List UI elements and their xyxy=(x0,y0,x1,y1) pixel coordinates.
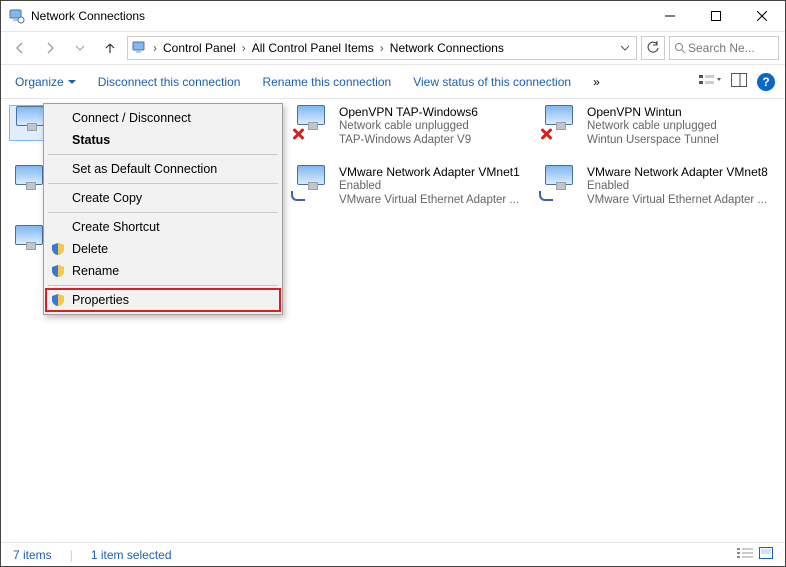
command-bar: Organize Disconnect this connection Rena… xyxy=(1,65,785,99)
organize-menu[interactable]: Organize xyxy=(15,75,76,89)
content-area[interactable]: OpenVPN TAP-Windows6 Network cable unplu… xyxy=(1,99,785,542)
window-title: Network Connections xyxy=(31,9,145,23)
menu-separator xyxy=(48,154,278,155)
maximize-button[interactable] xyxy=(693,1,739,31)
adapter-item[interactable] xyxy=(539,105,579,141)
close-button[interactable] xyxy=(739,1,785,31)
rename-button[interactable]: Rename this connection xyxy=(262,75,391,89)
disconnect-button[interactable]: Disconnect this connection xyxy=(98,75,241,89)
context-menu: Connect / Disconnect Status Set as Defau… xyxy=(43,103,283,315)
selection-count: 1 item selected xyxy=(91,548,172,562)
forward-button[interactable] xyxy=(37,35,63,61)
menu-create-copy[interactable]: Create Copy xyxy=(46,187,280,209)
status-bar: 7 items | 1 item selected xyxy=(1,542,785,566)
cable-icon xyxy=(539,191,553,201)
menu-separator xyxy=(48,212,278,213)
back-button[interactable] xyxy=(7,35,33,61)
adapter-text[interactable]: OpenVPN TAP-Windows6 Network cable unplu… xyxy=(339,105,478,147)
menu-separator xyxy=(48,285,278,286)
chevron-down-icon xyxy=(68,78,76,86)
chevron-down-icon[interactable] xyxy=(620,43,630,53)
item-count: 7 items xyxy=(13,548,52,562)
menu-delete[interactable]: Delete xyxy=(46,238,280,260)
search-placeholder: Search Ne... xyxy=(688,41,755,55)
disconnected-icon xyxy=(539,127,553,141)
breadcrumb-item[interactable]: Control Panel xyxy=(160,41,239,55)
disconnected-icon xyxy=(291,127,305,141)
shield-icon xyxy=(51,264,65,278)
overflow-button[interactable]: » xyxy=(593,75,600,89)
breadcrumb-item[interactable]: All Control Panel Items xyxy=(249,41,377,55)
adapter-text[interactable]: VMware Network Adapter VMnet1 Enabled VM… xyxy=(339,165,520,207)
adapter-text[interactable]: OpenVPN Wintun Network cable unplugged W… xyxy=(587,105,719,147)
cable-icon xyxy=(291,191,305,201)
view-options-button[interactable] xyxy=(699,73,721,90)
breadcrumb-item[interactable]: Network Connections xyxy=(387,41,507,55)
app-icon xyxy=(9,8,25,24)
chevron-right-icon[interactable]: › xyxy=(239,41,249,55)
adapter-item[interactable] xyxy=(539,165,579,201)
menu-separator xyxy=(48,183,278,184)
address-bar: › Control Panel › All Control Panel Item… xyxy=(1,31,785,65)
recent-dropdown[interactable] xyxy=(67,35,93,61)
titlebar: Network Connections xyxy=(1,1,785,31)
menu-connect-disconnect[interactable]: Connect / Disconnect xyxy=(46,107,280,129)
refresh-button[interactable] xyxy=(641,36,665,60)
menu-set-default[interactable]: Set as Default Connection xyxy=(46,158,280,180)
adapter-item[interactable] xyxy=(291,165,331,201)
explorer-window: Network Connections › Control Panel › Al… xyxy=(0,0,786,567)
adapter-text[interactable]: VMware Network Adapter VMnet8 Enabled VM… xyxy=(587,165,768,207)
view-status-button[interactable]: View status of this connection xyxy=(413,75,571,89)
search-icon xyxy=(674,42,686,54)
help-button[interactable]: ? xyxy=(757,73,775,91)
details-view-button[interactable] xyxy=(737,547,753,562)
breadcrumb[interactable]: › Control Panel › All Control Panel Item… xyxy=(127,36,637,60)
adapter-item[interactable] xyxy=(291,105,331,141)
shield-icon xyxy=(51,242,65,256)
menu-create-shortcut[interactable]: Create Shortcut xyxy=(46,216,280,238)
up-button[interactable] xyxy=(97,35,123,61)
menu-rename[interactable]: Rename xyxy=(46,260,280,282)
menu-status[interactable]: Status xyxy=(46,129,280,151)
shield-icon xyxy=(51,293,65,307)
preview-pane-button[interactable] xyxy=(731,73,747,90)
chevron-right-icon[interactable]: › xyxy=(150,41,160,55)
search-input[interactable]: Search Ne... xyxy=(669,36,779,60)
chevron-right-icon[interactable]: › xyxy=(377,41,387,55)
breadcrumb-icon xyxy=(130,40,150,56)
menu-properties[interactable]: Properties xyxy=(46,289,280,311)
large-icons-view-button[interactable] xyxy=(759,547,773,562)
minimize-button[interactable] xyxy=(647,1,693,31)
